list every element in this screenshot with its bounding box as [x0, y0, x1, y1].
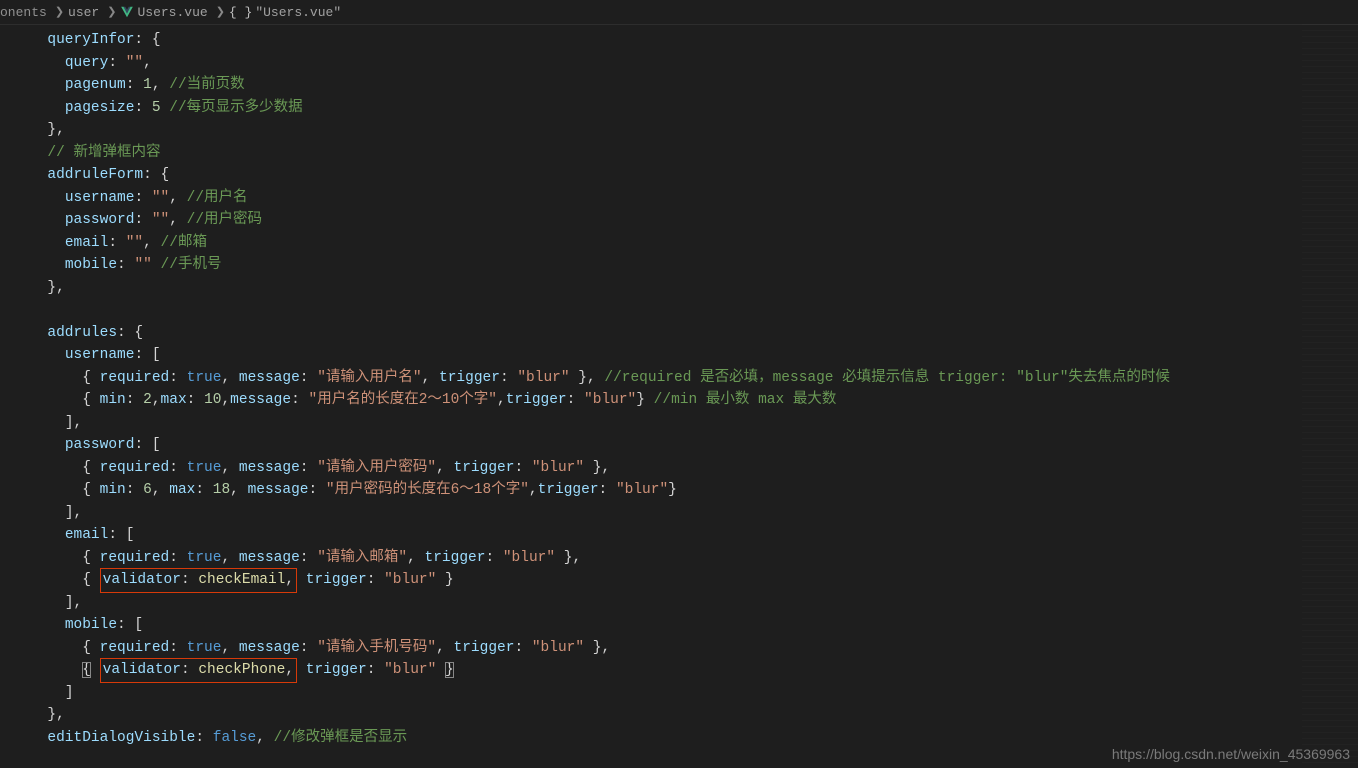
- breadcrumb: onents ❯ user ❯ Users.vue ❯ { } "Users.v…: [0, 0, 1358, 25]
- chevron-right-icon: ❯: [107, 5, 116, 19]
- highlight-validator-email: validator: checkEmail,: [100, 568, 297, 593]
- breadcrumb-seg-components[interactable]: onents: [0, 5, 47, 20]
- vue-file-icon: [120, 5, 134, 19]
- watermark: https://blog.csdn.net/weixin_45369963: [1112, 746, 1350, 762]
- breadcrumb-seg-symbol[interactable]: "Users.vue": [255, 5, 341, 20]
- gutter: [0, 25, 30, 768]
- highlight-validator-phone: validator: checkPhone,: [100, 658, 297, 683]
- chevron-right-icon: ❯: [55, 5, 64, 19]
- breadcrumb-seg-file[interactable]: Users.vue: [137, 5, 207, 20]
- code-area[interactable]: queryInfor: { query: "", pagenum: 1, //当…: [30, 25, 1358, 768]
- object-icon: { }: [229, 5, 252, 20]
- editor[interactable]: queryInfor: { query: "", pagenum: 1, //当…: [0, 25, 1358, 768]
- breadcrumb-seg-user[interactable]: user: [68, 5, 99, 20]
- chevron-right-icon: ❯: [216, 5, 225, 19]
